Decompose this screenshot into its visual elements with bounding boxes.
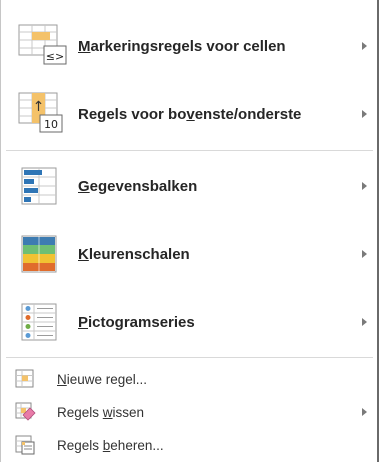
highlight-cells-icon: ≤>: [18, 24, 67, 65]
icon-sets-icon: [21, 303, 57, 341]
menu-separator: [6, 150, 373, 151]
menu-item-new-rule[interactable]: Nieuwe regel...: [0, 365, 377, 393]
color-scales-icon: [21, 235, 57, 273]
ten-glyph: 10: [44, 118, 58, 131]
menu-item-label: Regels wissen: [57, 404, 145, 420]
menu-item-icon-sets[interactable]: Pictogramseries: [0, 288, 377, 356]
menu-item-label: Kleurenschalen: [78, 245, 190, 263]
menu-item-top-bottom-rules[interactable]: ↑ 10 Regels voor bovenste/onderste: [0, 80, 377, 148]
manage-rules-icon: [15, 435, 35, 455]
submenu-arrow-icon: [362, 408, 367, 416]
menu-separator: [6, 357, 373, 358]
new-rule-icon: [15, 369, 34, 388]
clear-rules-icon: [15, 402, 36, 421]
menu-item-color-scales[interactable]: Kleurenschalen: [0, 220, 377, 288]
menu-item-label: Pictogramseries: [78, 313, 195, 331]
less-equal-glyph: ≤>: [46, 50, 64, 63]
menu-item-highlight-cells-rules[interactable]: ≤> Markeringsregels voor cellen: [0, 12, 377, 80]
conditional-formatting-menu: ≤> Markeringsregels voor cellen ↑ 10 Reg…: [0, 0, 379, 462]
menu-item-data-bars[interactable]: Gegevensbalken: [0, 152, 377, 220]
submenu-arrow-icon: [362, 42, 367, 50]
menu-item-clear-rules[interactable]: Regels wissen: [0, 398, 377, 426]
submenu-arrow-icon: [362, 110, 367, 118]
submenu-arrow-icon: [362, 250, 367, 258]
menu-item-label: Nieuwe regel...: [57, 371, 148, 387]
top-bottom-icon: ↑ 10: [18, 92, 63, 133]
menu-item-label: Markeringsregels voor cellen: [78, 37, 286, 55]
submenu-arrow-icon: [362, 182, 367, 190]
menu-item-manage-rules[interactable]: Regels beheren...: [0, 431, 377, 459]
up-arrow-glyph: ↑: [33, 99, 45, 115]
submenu-arrow-icon: [362, 318, 367, 326]
menu-item-label: Regels beheren...: [57, 437, 164, 453]
menu-item-label: Regels voor bovenste/onderste: [78, 105, 302, 123]
data-bars-icon: [21, 167, 57, 205]
menu-item-label: Gegevensbalken: [78, 177, 198, 195]
